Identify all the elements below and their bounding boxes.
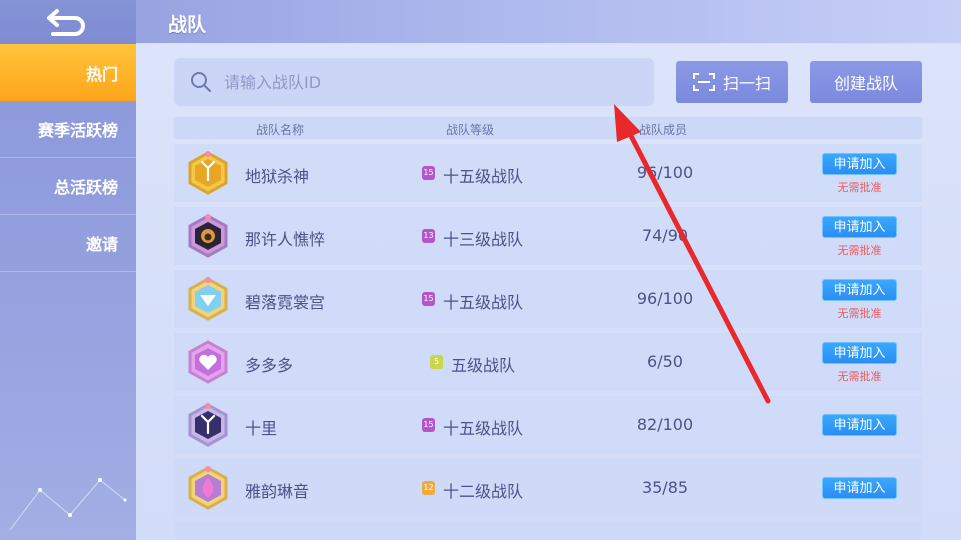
team-members: 96/100 [636, 289, 694, 308]
table-row[interactable]: 雅韵琳音 12 十二级战队 35/85 申请加入 [174, 459, 922, 517]
team-badge-icon [186, 213, 230, 259]
create-team-label: 创建战队 [833, 74, 898, 93]
constellation-decoration [9, 478, 127, 531]
apply-join-button[interactable]: 申请加入 [822, 342, 897, 364]
back-arrow-icon [47, 9, 85, 36]
apply-join-button[interactable]: 申请加入 [822, 279, 897, 301]
team-badge-icon [186, 402, 230, 448]
scan-icon [692, 73, 715, 91]
team-level: 五级战队 [451, 356, 516, 375]
apply-join-button[interactable]: 申请加入 [822, 477, 897, 499]
team-name: 多多多 [245, 356, 294, 375]
level-icon: 15 [422, 418, 435, 432]
no-approval-note: 无需批准 [837, 307, 882, 320]
team-members: 6/50 [647, 352, 683, 371]
team-badge-icon [186, 276, 230, 322]
sidebar-item-label: 邀请 [85, 235, 118, 254]
apply-join-button[interactable]: 申请加入 [822, 216, 897, 238]
sidebar-item-total-active[interactable]: 总活跃榜 [0, 158, 136, 215]
team-level: 十五级战队 [443, 293, 524, 312]
sidebar-item-invite[interactable]: 邀请 [0, 215, 136, 272]
apply-join-button[interactable]: 申请加入 [822, 153, 897, 175]
table-row[interactable]: 多多多 5 五级战队 6/50 申请加入 无需批准 [174, 333, 922, 391]
table-row-partial [174, 522, 922, 540]
apply-join-button[interactable]: 申请加入 [822, 414, 897, 436]
team-name: 雅韵琳音 [245, 482, 310, 501]
team-badge-icon [186, 339, 230, 385]
team-badge-icon [186, 150, 230, 196]
level-icon: 12 [422, 481, 435, 495]
team-level: 十二级战队 [443, 482, 524, 501]
column-header-members: 战队成员 [639, 123, 688, 137]
page-title: 战队 [168, 14, 207, 36]
table-row[interactable]: 那许人憔悴 13 十三级战队 74/90 申请加入 无需批准 [174, 207, 922, 265]
no-approval-note: 无需批准 [837, 370, 882, 383]
search-box[interactable] [174, 58, 654, 106]
table-row[interactable]: 十里 15 十五级战队 82/100 申请加入 [174, 396, 922, 454]
team-badge-icon [186, 465, 230, 511]
back-button[interactable] [0, 0, 136, 44]
no-approval-note: 无需批准 [837, 244, 882, 257]
team-name: 那许人憔悴 [245, 230, 326, 249]
table-header: 战队名称 战队等级 战队成员 [174, 117, 922, 139]
sidebar-item-season-active[interactable]: 赛季活跃榜 [0, 101, 136, 158]
table-row[interactable]: 碧落霓裳宫 15 十五级战队 96/100 申请加入 无需批准 [174, 270, 922, 328]
scan-button[interactable]: 扫一扫 [676, 61, 788, 103]
team-level: 十五级战队 [443, 167, 524, 186]
search-icon [191, 72, 211, 92]
team-name: 地狱杀神 [245, 167, 310, 186]
team-members: 96/100 [636, 163, 694, 182]
column-header-name: 战队名称 [256, 123, 305, 137]
scan-label: 扫一扫 [722, 74, 771, 93]
table-row[interactable]: 地狱杀神 15 十五级战队 96/100 申请加入 无需批准 [174, 144, 922, 202]
team-level: 十三级战队 [443, 230, 524, 249]
team-name: 碧落霓裳宫 [245, 293, 326, 312]
sidebar-item-label: 赛季活跃榜 [37, 121, 118, 140]
sidebar-item-label: 总活跃榜 [53, 178, 118, 197]
no-approval-note: 无需批准 [837, 181, 882, 194]
search-input[interactable] [224, 72, 624, 92]
level-icon: 5 [430, 355, 443, 369]
sidebar-item-hot[interactable]: 热门 [0, 44, 136, 101]
create-team-button[interactable]: 创建战队 [810, 61, 922, 103]
team-members: 74/90 [641, 226, 689, 245]
sidebar-item-label: 热门 [85, 64, 118, 84]
sidebar: 热门 赛季活跃榜 总活跃榜 邀请 [0, 44, 136, 540]
team-members: 82/100 [636, 415, 694, 434]
column-header-level: 战队等级 [446, 123, 495, 137]
level-icon: 13 [422, 229, 435, 243]
top-bar [0, 0, 961, 44]
team-members: 35/85 [641, 478, 689, 497]
level-icon: 15 [422, 292, 435, 306]
team-name: 十里 [245, 419, 278, 438]
level-icon: 15 [422, 166, 435, 180]
team-level: 十五级战队 [443, 419, 524, 438]
